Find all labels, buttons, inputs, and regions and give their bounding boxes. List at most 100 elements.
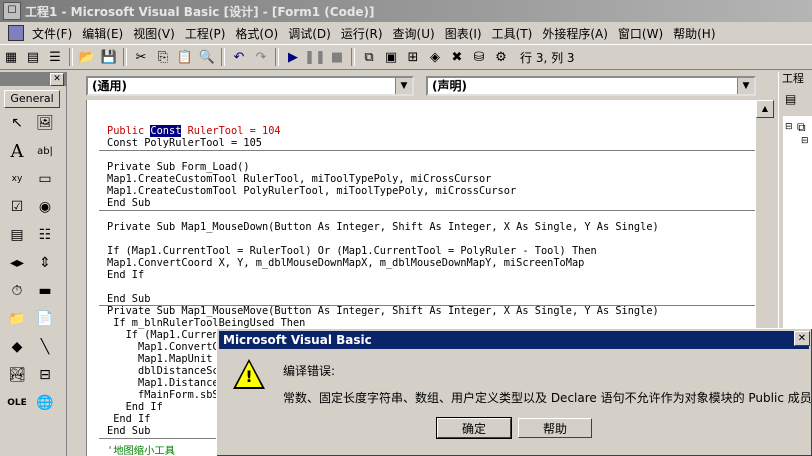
menu-debug[interactable]: 调试(D) [283,25,336,42]
menu-window[interactable]: 窗口(W) [613,25,668,42]
label-icon[interactable]: A [6,140,28,162]
image-icon[interactable]: 🏞 [6,364,28,386]
timer-icon[interactable]: ⏱ [6,280,28,302]
form-layout-icon[interactable]: ⊞ [403,47,423,67]
code-line[interactable]: End If [107,413,150,425]
code-line[interactable]: Map1.ConvertCoord X, Y, m_dblMouseDownMa… [107,257,584,269]
procedure-combo[interactable]: (声明) ▼ [426,76,756,96]
frame-icon[interactable]: xy [6,168,28,190]
tree-expand-icon[interactable]: ⊟ [785,122,793,132]
hscrollbar-icon[interactable]: ◂▸ [6,252,28,274]
vb-document-icon[interactable] [8,25,24,41]
vscrollbar-icon[interactable]: ⇕ [34,252,56,274]
code-line[interactable]: If (Map1.CurrentTool = RulerTool) Or (Ma… [107,245,597,257]
component-manager-icon[interactable]: ⚙ [491,47,511,67]
data-view-icon[interactable]: ⛁ [469,47,489,67]
chevron-down-icon[interactable]: ▼ [737,78,754,94]
code-line[interactable]: Private Sub Map1_MouseDown(Button As Int… [107,221,659,233]
add-form-icon[interactable]: ▤ [23,47,43,67]
optionbutton-icon[interactable]: ◉ [34,196,56,218]
data-control-icon[interactable]: ⊟ [34,364,56,386]
toolbox-panel: ✕ General ↖ 🖼 A ab| xy ▭ ☑ ◉ ▤ ☷ ◂▸ ⇕ ⏱ … [0,72,67,456]
menu-format[interactable]: 格式(O) [230,25,283,42]
drivelistbox-icon[interactable]: ▬ [34,280,56,302]
stop-icon[interactable]: ■ [327,47,347,67]
menu-tools[interactable]: 工具(T) [487,25,538,42]
menu-editor-icon[interactable]: ☰ [45,47,65,67]
code-comment-line[interactable]: '地图缩小工具 [107,445,175,456]
ok-button[interactable]: 确定 [436,417,512,439]
run-icon[interactable]: ▶ [283,47,303,67]
object-combo[interactable]: (通用) ▼ [86,76,414,96]
line-icon[interactable]: ╲ [34,336,56,358]
close-icon[interactable]: ✕ [50,73,64,86]
filelistbox-icon[interactable]: 📄 [34,308,56,330]
menu-help[interactable]: 帮助(H) [668,25,720,42]
code-line[interactable]: dblDistanceSc [107,365,219,377]
menu-diagram[interactable]: 图表(I) [440,25,487,42]
chevron-down-icon[interactable]: ▼ [395,78,412,94]
listbox-icon[interactable]: ☷ [34,224,56,246]
code-line[interactable]: End Sub [107,197,150,209]
scroll-up-icon[interactable]: ▲ [756,100,774,118]
undo-icon[interactable]: ↶ [229,47,249,67]
dialog-title[interactable]: Microsoft Visual Basic [219,331,809,349]
picturebox-icon[interactable]: 🖼 [34,112,56,134]
add-project-icon[interactable]: ▦ [1,47,21,67]
copy-icon[interactable]: ⎘ [153,47,173,67]
shape-icon[interactable]: ◆ [6,336,28,358]
toolbox-icon[interactable]: ✖ [447,47,467,67]
dialog-close-icon[interactable]: ✕ [794,331,810,346]
tree-expand-icon[interactable]: ⊟ [801,136,809,146]
code-line[interactable]: Map1.CreateCustomTool PolyRulerTool, miT… [107,185,516,197]
app-icon[interactable]: ☐ [3,2,21,20]
help-button[interactable]: 帮助 [518,418,592,438]
ole-icon[interactable]: OLE [6,392,28,414]
dirlistbox-icon[interactable]: 📁 [6,308,28,330]
code-line[interactable]: If (Map1.CurrentT [107,329,231,341]
code-line[interactable]: Map1.MapUnit [107,353,212,365]
menu-file[interactable]: 文件(F) [27,25,77,42]
map-control-icon[interactable]: 🌐 [34,392,56,414]
cut-icon[interactable]: ✂ [131,47,151,67]
code-line[interactable]: Private Sub Map1_MouseMove(Button As Int… [107,305,659,317]
code-line[interactable]: End Sub [107,425,150,437]
object-browser-icon[interactable]: ◈ [425,47,445,67]
find-icon[interactable]: 🔍 [197,47,217,67]
view-code-icon[interactable]: ▤ [785,92,801,108]
commandbutton-icon[interactable]: ▭ [34,168,56,190]
properties-icon[interactable]: ▣ [381,47,401,67]
checkbox-icon[interactable]: ☑ [6,196,28,218]
pointer-icon[interactable]: ↖ [6,112,28,134]
procedure-separator [99,150,757,151]
toolbox-title-bar[interactable]: ✕ [0,72,66,86]
title-bar[interactable]: ☐ 工程1 - Microsoft Visual Basic [设计] - [F… [0,0,812,22]
menu-view[interactable]: 视图(V) [128,25,180,42]
menu-addins[interactable]: 外接程序(A) [537,25,613,42]
selected-text[interactable]: Const [150,125,182,137]
code-line[interactable]: Private Sub Form_Load() [107,161,250,173]
textbox-icon[interactable]: ab| [34,140,56,162]
save-icon[interactable]: 💾 [99,47,119,67]
code-line[interactable]: Public Const RulerTool = 104 [107,125,281,137]
combobox-icon[interactable]: ▤ [6,224,28,246]
pause-icon[interactable]: ❚❚ [304,47,326,67]
menu-edit[interactable]: 编辑(E) [77,25,128,42]
menu-run[interactable]: 运行(R) [336,25,388,42]
code-line[interactable]: Map1.Distance [107,377,219,389]
code-line[interactable]: fMainForm.sbS [107,389,219,401]
menu-project[interactable]: 工程(P) [180,25,231,42]
project-explorer-icon[interactable]: ⧉ [359,47,379,67]
code-line[interactable]: Map1.CreateCustomTool RulerTool, miToolT… [107,173,491,185]
code-line[interactable]: Map1.ConvertC [107,341,219,353]
toolbox-tab-general[interactable]: General [4,90,60,108]
code-line[interactable]: End Sub [107,293,150,305]
paste-icon[interactable]: 📋 [175,47,195,67]
code-line[interactable]: End If [107,269,144,281]
redo-icon[interactable]: ↷ [251,47,271,67]
code-line[interactable]: Const PolyRulerTool = 105 [107,137,262,149]
menu-query[interactable]: 查询(U) [388,25,440,42]
open-folder-icon[interactable]: 📂 [77,47,97,67]
project-node-icon[interactable]: ⧉ [797,120,806,135]
code-line[interactable]: End If [107,401,163,413]
